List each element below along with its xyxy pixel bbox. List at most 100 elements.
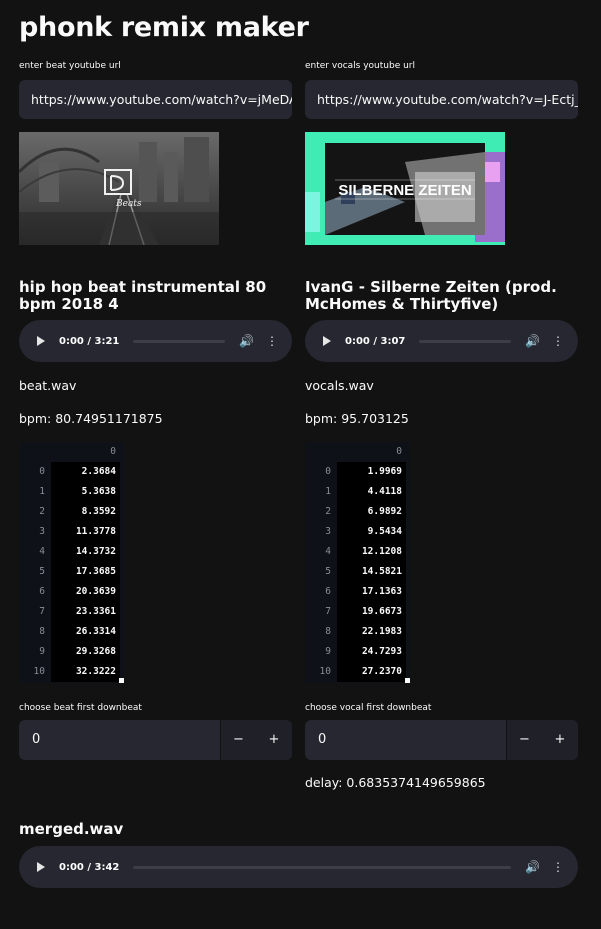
increment-button[interactable]: + bbox=[542, 720, 578, 760]
table-header: 0 bbox=[19, 442, 124, 462]
row-value: 4.4118 bbox=[337, 482, 406, 502]
beat-thumbnail: Beats bbox=[19, 132, 219, 245]
table-row: 7 23.3361 bbox=[19, 602, 124, 622]
volume-icon[interactable]: 🔊 bbox=[239, 334, 254, 348]
table-row: 4 14.3732 bbox=[19, 542, 124, 562]
table-row: 5 14.5821 bbox=[305, 562, 410, 582]
play-icon[interactable] bbox=[323, 336, 331, 346]
row-index: 6 bbox=[39, 586, 45, 597]
table-row: 1 4.4118 bbox=[305, 482, 410, 502]
beat-bpm: bpm: 80.74951171875 bbox=[19, 411, 163, 426]
table-row: 3 11.3778 bbox=[19, 522, 124, 542]
row-index: 5 bbox=[325, 566, 331, 577]
more-options-icon[interactable]: ⋮ bbox=[552, 334, 564, 348]
table-resize-handle[interactable] bbox=[405, 678, 410, 683]
table-row: 1 5.3638 bbox=[19, 482, 124, 502]
table-resize-handle[interactable] bbox=[119, 678, 124, 683]
row-index: 9 bbox=[39, 646, 45, 657]
beat-url-input[interactable]: https://www.youtube.com/watch?v=jMeDA... bbox=[19, 80, 292, 119]
vocals-downbeat-label: choose vocal first downbeat bbox=[305, 703, 432, 713]
table-row: 7 19.6673 bbox=[305, 602, 410, 622]
row-value: 11.3778 bbox=[51, 522, 120, 542]
play-icon[interactable] bbox=[37, 336, 45, 346]
merged-audio-player[interactable]: 0:00 / 3:42 🔊 ⋮ bbox=[19, 846, 578, 888]
row-value: 26.3314 bbox=[51, 622, 120, 642]
vocals-downbeat-input[interactable]: 0 bbox=[305, 720, 506, 760]
volume-icon[interactable]: 🔊 bbox=[525, 334, 540, 348]
vocals-downbeat-table[interactable]: 0 0 1.9969 1 4.4118 2 6.9892 3 9.5434 4 12.12… bbox=[305, 442, 410, 683]
row-index: 7 bbox=[325, 606, 331, 617]
table-row: 10 27.2370 bbox=[305, 662, 410, 682]
beat-video-title: hip hop beat instrumental 80 bpm 2018 4 bbox=[19, 278, 267, 313]
volume-icon[interactable]: 🔊 bbox=[525, 860, 540, 874]
vocals-url-input[interactable]: https://www.youtube.com/watch?v=J-Ectj_ bbox=[305, 80, 578, 119]
vocals-downbeat-stepper[interactable]: 0 − + bbox=[305, 720, 578, 760]
delay-text: delay: 0.6835374149659865 bbox=[305, 775, 486, 790]
audio-progress-track[interactable] bbox=[419, 339, 512, 343]
row-index: 8 bbox=[325, 626, 331, 637]
beat-downbeat-table[interactable]: 0 0 2.3684 1 5.3638 2 8.3592 3 11.3778 4 14.3… bbox=[19, 442, 124, 683]
vocals-audio-player[interactable]: 0:00 / 3:07 🔊 ⋮ bbox=[305, 320, 578, 362]
more-options-icon[interactable]: ⋮ bbox=[266, 334, 278, 348]
row-value: 22.1983 bbox=[337, 622, 406, 642]
page-title: phonk remix maker bbox=[19, 12, 309, 43]
play-icon[interactable] bbox=[37, 862, 45, 872]
beat-downbeat-input[interactable]: 0 bbox=[19, 720, 220, 760]
audio-time: 0:00 / 3:42 bbox=[59, 861, 120, 873]
row-value: 19.6673 bbox=[337, 602, 406, 622]
table-row: 6 17.1363 bbox=[305, 582, 410, 602]
row-index: 2 bbox=[325, 506, 331, 517]
table-row: 9 29.3268 bbox=[19, 642, 124, 662]
row-value: 17.3685 bbox=[51, 562, 120, 582]
more-options-icon[interactable]: ⋮ bbox=[552, 860, 564, 874]
decrement-button[interactable]: − bbox=[506, 720, 542, 760]
row-value: 27.2370 bbox=[337, 662, 406, 682]
row-index: 1 bbox=[325, 486, 331, 497]
row-index: 10 bbox=[33, 666, 45, 677]
row-index: 9 bbox=[325, 646, 331, 657]
table-row: 4 12.1208 bbox=[305, 542, 410, 562]
beat-file-name: beat.wav bbox=[19, 378, 77, 393]
beat-audio-player[interactable]: 0:00 / 3:21 🔊 ⋮ bbox=[19, 320, 292, 362]
row-value: 1.9969 bbox=[337, 462, 406, 482]
merged-file-title: merged.wav bbox=[19, 820, 124, 838]
row-value: 6.9892 bbox=[337, 502, 406, 522]
audio-time: 0:00 / 3:21 bbox=[59, 335, 120, 347]
vocals-bpm: bpm: 95.703125 bbox=[305, 411, 409, 426]
vocals-file-name: vocals.wav bbox=[305, 378, 374, 393]
vocals-thumbnail-text: SILBERNE ZEITEN bbox=[338, 182, 471, 199]
row-value: 2.3684 bbox=[51, 462, 120, 482]
beat-downbeat-label: choose beat first downbeat bbox=[19, 703, 142, 713]
decrement-button[interactable]: − bbox=[220, 720, 256, 760]
table-header: 0 bbox=[305, 442, 410, 462]
table-row: 5 17.3685 bbox=[19, 562, 124, 582]
row-index: 7 bbox=[39, 606, 45, 617]
row-value: 20.3639 bbox=[51, 582, 120, 602]
row-index: 0 bbox=[39, 466, 45, 477]
table-row: 8 22.1983 bbox=[305, 622, 410, 642]
table-row: 2 6.9892 bbox=[305, 502, 410, 522]
row-value: 32.3222 bbox=[51, 662, 120, 682]
row-index: 5 bbox=[39, 566, 45, 577]
vocals-video-title: IvanG - Silberne Zeiten (prod. McHomes &… bbox=[305, 278, 557, 313]
row-value: 5.3638 bbox=[51, 482, 120, 502]
audio-progress-track[interactable] bbox=[133, 339, 226, 343]
audio-progress-track[interactable] bbox=[133, 865, 512, 869]
table-row: 2 8.3592 bbox=[19, 502, 124, 522]
table-row: 8 26.3314 bbox=[19, 622, 124, 642]
column-header: 0 bbox=[396, 446, 402, 457]
increment-button[interactable]: + bbox=[256, 720, 292, 760]
beat-thumbnail-logo-text: Beats bbox=[115, 199, 142, 209]
row-value: 14.5821 bbox=[337, 562, 406, 582]
row-index: 8 bbox=[39, 626, 45, 637]
row-index: 4 bbox=[325, 546, 331, 557]
table-row: 9 24.7293 bbox=[305, 642, 410, 662]
beat-downbeat-stepper[interactable]: 0 − + bbox=[19, 720, 292, 760]
table-row: 6 20.3639 bbox=[19, 582, 124, 602]
row-value: 9.5434 bbox=[337, 522, 406, 542]
table-row: 0 1.9969 bbox=[305, 462, 410, 482]
row-index: 1 bbox=[39, 486, 45, 497]
table-row: 0 2.3684 bbox=[19, 462, 124, 482]
row-index: 10 bbox=[319, 666, 331, 677]
vocals-url-label: enter vocals youtube url bbox=[305, 61, 415, 71]
